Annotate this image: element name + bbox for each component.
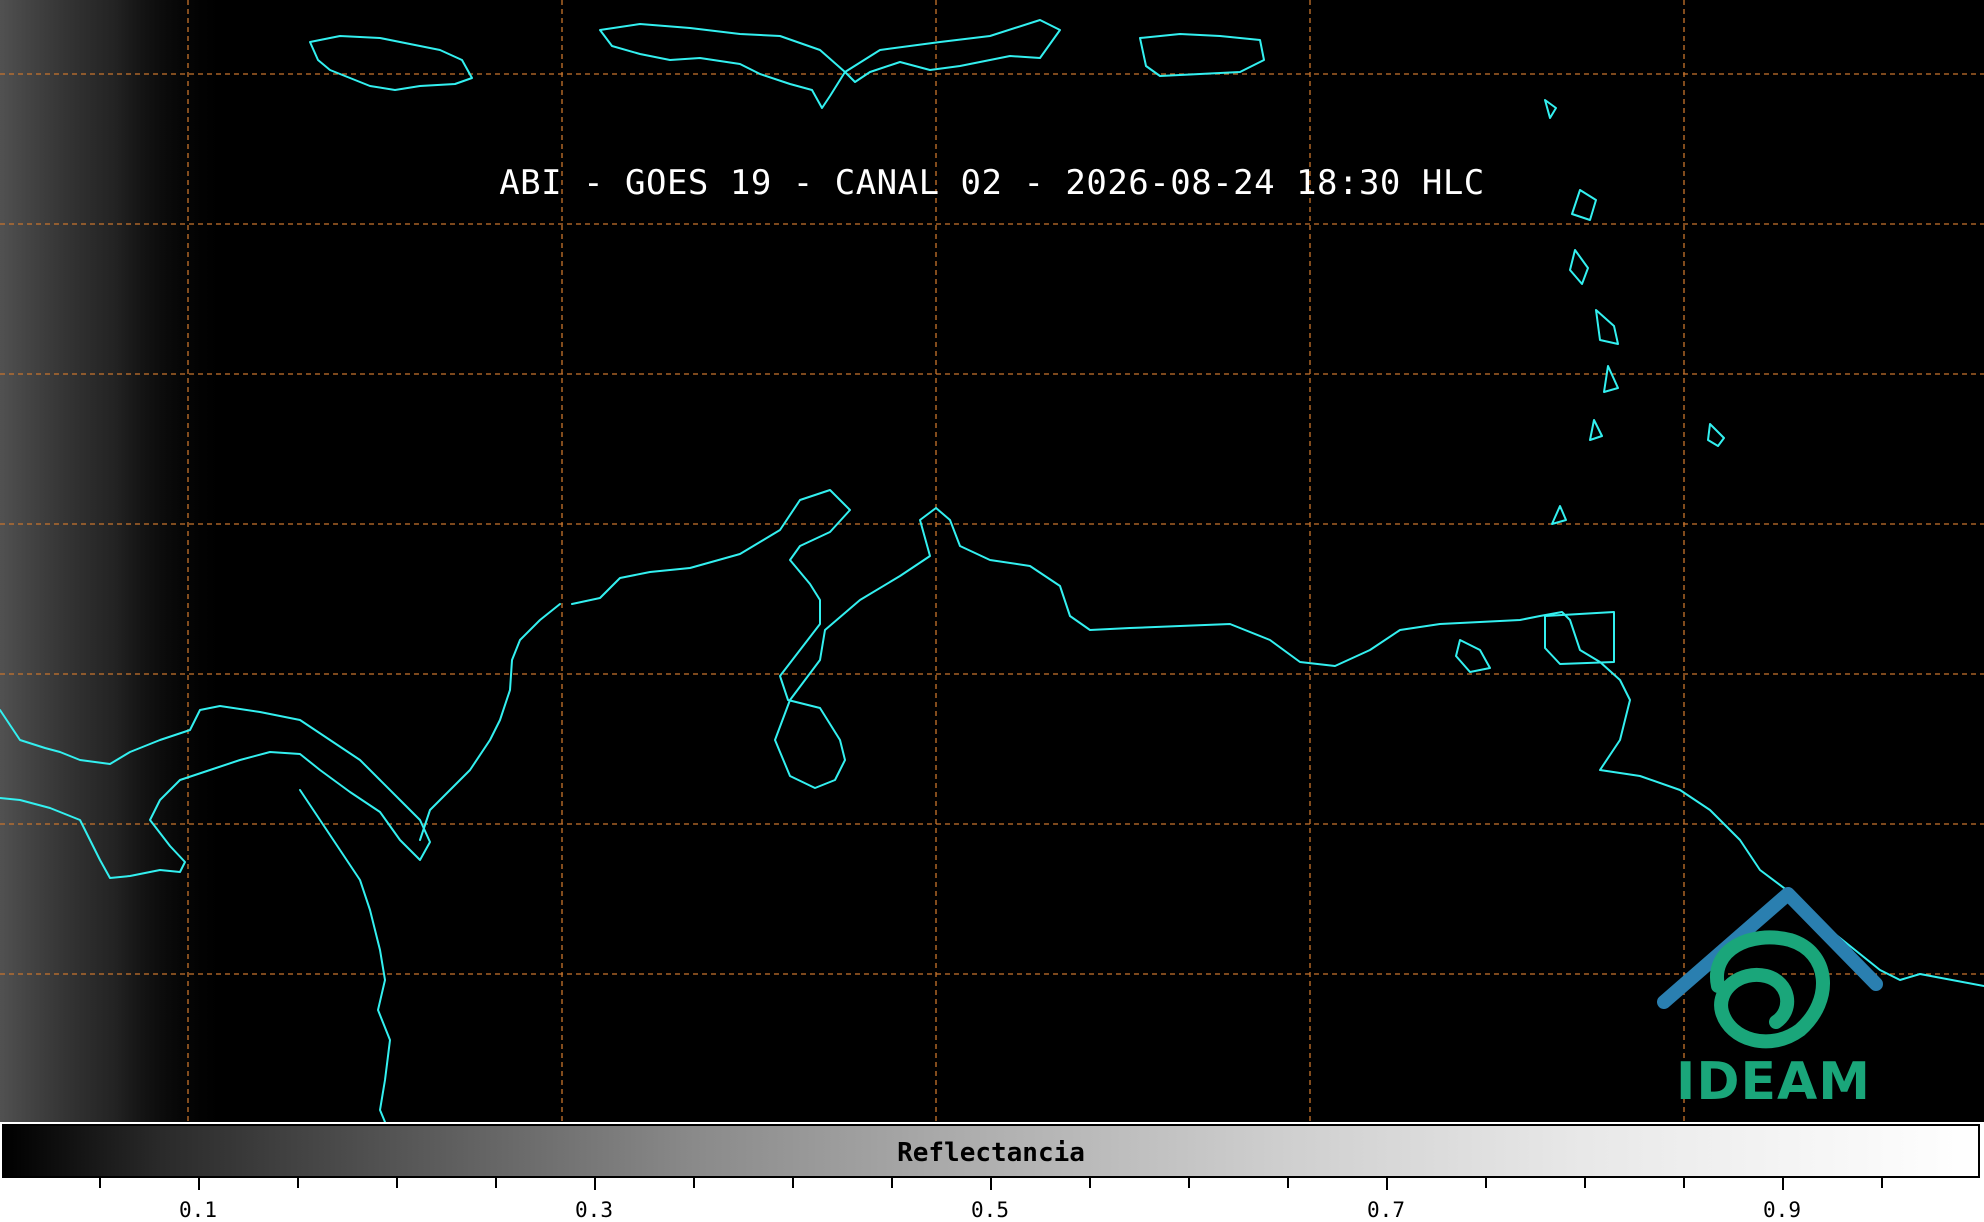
colorbar-tick [1485, 1178, 1487, 1188]
colorbar-tick [990, 1178, 992, 1190]
colorbar-tick [495, 1178, 497, 1188]
colorbar-tick [1683, 1178, 1685, 1188]
colorbar-tick [1089, 1178, 1091, 1188]
colorbar-tick-label: 0.1 [179, 1198, 217, 1222]
colorbar-tick-label: 0.5 [971, 1198, 1009, 1222]
colorbar-tick-label: 0.3 [575, 1198, 613, 1222]
colorbar-tick [1188, 1178, 1190, 1188]
colorbar-tick-label: 0.7 [1367, 1198, 1405, 1222]
satellite-map: ABI - GOES 19 - CANAL 02 - 2026-08-24 18… [0, 0, 1984, 1122]
colorbar-tick [1584, 1178, 1586, 1188]
gulf-region-coast [1455, 611, 1615, 673]
colorbar-tick [792, 1178, 794, 1188]
colorbar-tick [1386, 1178, 1388, 1190]
ideam-logo-icon [1657, 887, 1883, 1049]
colorbar-tick [1782, 1178, 1784, 1190]
colorbar-tick [297, 1178, 299, 1188]
map-title: ABI - GOES 19 - CANAL 02 - 2026-08-24 18… [499, 163, 1485, 203]
colorbar-tick [891, 1178, 893, 1188]
colorbar-tick [693, 1178, 695, 1188]
colorbar-tick-label: 0.9 [1763, 1198, 1801, 1222]
jamaica-coast [309, 35, 473, 91]
colorbar-tick [1881, 1178, 1883, 1188]
colorbar-tick [198, 1178, 200, 1190]
colorbar-label: Reflectancia [897, 1138, 1085, 1168]
hispaniola-coast [599, 19, 1061, 109]
central-america-coast [419, 603, 561, 841]
colorbar-tick [1287, 1178, 1289, 1188]
colorbar-tick [396, 1178, 398, 1188]
colorbar-tick [99, 1178, 101, 1188]
puerto-rico-coast [1139, 33, 1265, 77]
colorbar-axis: 0.1 0.3 0.5 0.7 0.9 [0, 1178, 1984, 1222]
colombia-pacific-coast [299, 789, 391, 1122]
reflectance-colorbar: Reflectancia [2, 1124, 1980, 1178]
ideam-logo-text: IDEAM [1676, 1052, 1872, 1112]
colorbar-tick [594, 1178, 596, 1190]
